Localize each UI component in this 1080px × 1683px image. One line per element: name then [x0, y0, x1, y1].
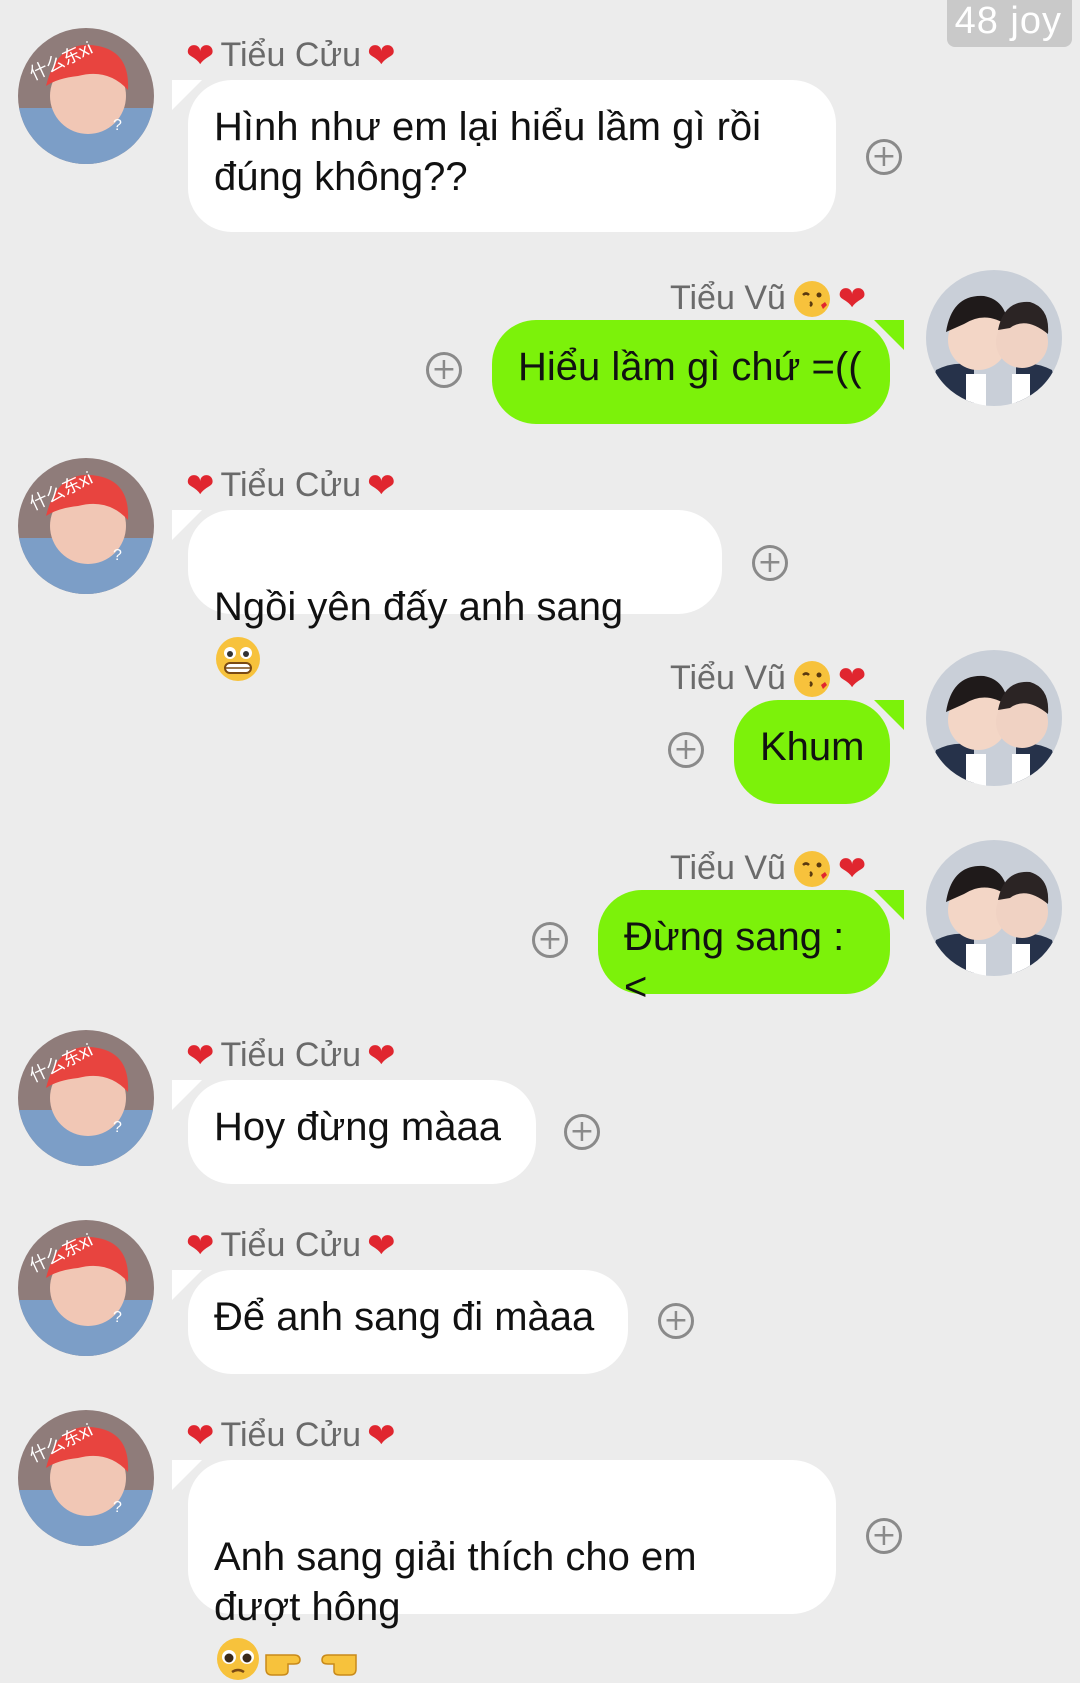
heart-icon: ❤ [367, 1036, 396, 1075]
avatar[interactable]: 什么东xi? [18, 458, 154, 594]
message-bubble[interactable]: Hoy đừng màaa [188, 1080, 536, 1184]
heart-icon: ❤ [186, 36, 215, 75]
avatar[interactable]: 什么东xi? [18, 1220, 154, 1356]
add-reaction-icon[interactable]: + [426, 352, 462, 388]
svg-text:?: ? [113, 1119, 122, 1136]
heart-icon: ❤ [367, 1226, 396, 1265]
avatar[interactable] [926, 270, 1062, 406]
sender-name: Tiểu Vũ ❤ [670, 278, 867, 319]
message-bubble[interactable]: Để anh sang đi màaa [188, 1270, 628, 1374]
svg-text:?: ? [113, 117, 122, 134]
svg-text:?: ? [113, 547, 122, 564]
sender-name: ❤ Tiểu Cửu ❤ [186, 1036, 396, 1075]
add-reaction-icon[interactable]: + [752, 545, 788, 581]
sender-name: ❤ Tiểu Cửu ❤ [186, 466, 396, 505]
add-reaction-icon[interactable]: + [668, 732, 704, 768]
watermark: 48 joy [946, 0, 1072, 47]
sender-name: ❤ Tiểu Cửu ❤ [186, 1226, 396, 1265]
heart-icon: ❤ [186, 1226, 215, 1265]
heart-icon: ❤ [367, 36, 396, 75]
heart-icon: ❤ [837, 659, 867, 698]
svg-text:?: ? [113, 1309, 122, 1326]
grimace-emoji [214, 635, 262, 682]
sender-name: ❤ Tiểu Cửu ❤ [186, 36, 396, 75]
sender-name: ❤ Tiểu Cửu ❤ [186, 1416, 396, 1455]
add-reaction-icon[interactable]: + [564, 1114, 600, 1150]
avatar[interactable]: 什么东xi? [18, 1030, 154, 1166]
wink-kiss-emoji [792, 658, 832, 699]
sender-name: Tiểu Vũ ❤ [670, 848, 867, 889]
message-bubble[interactable]: Khum [734, 700, 890, 804]
heart-icon: ❤ [837, 279, 867, 318]
wink-kiss-emoji [792, 278, 832, 319]
heart-icon: ❤ [186, 1036, 215, 1075]
svg-text:?: ? [113, 1499, 122, 1516]
heart-icon: ❤ [186, 1416, 215, 1455]
heart-icon: ❤ [367, 466, 396, 505]
message-bubble[interactable]: Ngồi yên đấy anh sang [188, 510, 722, 682]
message-bubble[interactable]: Đừng sang :< [598, 890, 890, 1009]
wink-kiss-emoji [792, 848, 832, 889]
add-reaction-icon[interactable]: + [532, 922, 568, 958]
message-bubble[interactable]: Hiểu lầm gì chứ =(( [492, 320, 890, 424]
message-bubble[interactable]: Anh sang giải thích cho em đượt hông [188, 1460, 836, 1681]
sender-name: Tiểu Vũ ❤ [670, 658, 867, 699]
heart-icon: ❤ [837, 849, 867, 888]
add-reaction-icon[interactable]: + [866, 1518, 902, 1554]
avatar[interactable] [926, 650, 1062, 786]
avatar[interactable] [926, 840, 1062, 976]
add-reaction-icon[interactable]: + [866, 139, 902, 175]
pleading-pointing-emoji [214, 1635, 364, 1681]
avatar[interactable]: 什么东xi? [18, 1410, 154, 1546]
heart-icon: ❤ [186, 466, 215, 505]
message-bubble[interactable]: Hình như em lại hiểu lầm gì rồi đúng khô… [188, 80, 836, 232]
heart-icon: ❤ [367, 1416, 396, 1455]
add-reaction-icon[interactable]: + [658, 1303, 694, 1339]
avatar[interactable]: 什么东xi? [18, 28, 154, 164]
